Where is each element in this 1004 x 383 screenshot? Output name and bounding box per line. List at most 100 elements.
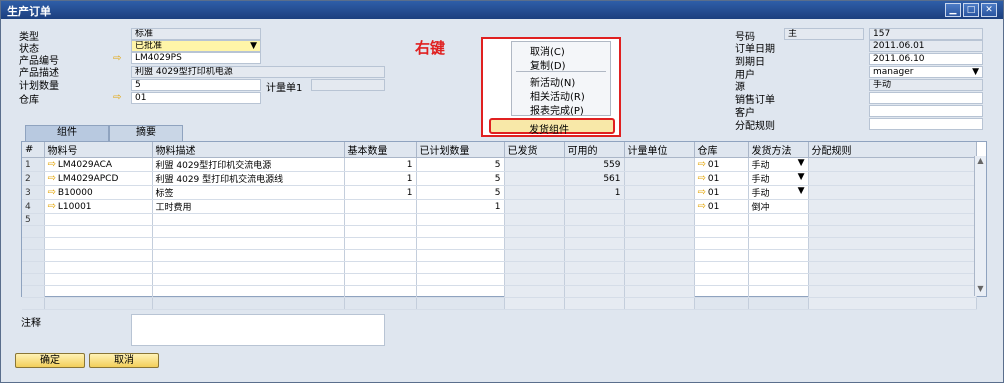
scroll-up-icon[interactable]: ▲ <box>975 156 986 168</box>
table-cell-item[interactable]: ⇨ LM4029ACA <box>44 157 153 172</box>
table-cell-uom[interactable] <box>624 199 695 214</box>
table-cell-desc[interactable]: 工时费用 <box>152 199 345 214</box>
table-cell-rule[interactable] <box>808 185 977 200</box>
menu-item-report-completion[interactable]: 报表完成(P) <box>512 101 610 117</box>
table-cell-base[interactable] <box>344 199 417 214</box>
remarks-textarea[interactable] <box>131 314 385 346</box>
table-cell-issued[interactable] <box>504 185 565 200</box>
table-cell-item[interactable]: ⇨ LM4029APCD <box>44 171 153 186</box>
table-cell-planned[interactable]: 1 <box>416 199 505 214</box>
type-field[interactable]: 标准 <box>131 28 261 40</box>
link-arrow-icon[interactable]: ⇨ <box>113 53 121 64</box>
table-cell-desc[interactable]: 标签 <box>152 185 345 200</box>
table-cell-rule[interactable] <box>808 199 977 214</box>
table-cell-rule[interactable] <box>808 171 977 186</box>
product-no-field[interactable]: LM4029PS <box>131 52 261 64</box>
uom-field[interactable] <box>311 79 385 91</box>
col-header[interactable]: 发货方法 <box>748 142 809 158</box>
warehouse-field[interactable]: 01 <box>131 92 261 104</box>
table-cell-method[interactable]: 手动 ▼ <box>748 157 809 172</box>
col-header[interactable]: 可用的 <box>564 142 625 158</box>
tab-components[interactable]: 组件 <box>25 125 109 141</box>
link-arrow-icon[interactable]: ⇨ <box>48 159 56 170</box>
col-header[interactable]: 分配规则 <box>808 142 977 158</box>
col-header[interactable]: 已发货 <box>504 142 565 158</box>
table-cell-avail[interactable] <box>564 199 625 214</box>
table-cell-wh[interactable]: ⇨ 01 <box>694 157 749 172</box>
number-series-field[interactable]: 主 <box>784 28 864 40</box>
table-cell-wh[interactable]: ⇨ 01 <box>694 185 749 200</box>
user-dropdown[interactable]: manager ▼ <box>869 66 983 78</box>
table-cell-planned[interactable] <box>416 213 505 226</box>
link-arrow-icon[interactable]: ⇨ <box>698 173 706 184</box>
vertical-scrollbar[interactable]: ▲ ▼ <box>974 156 986 296</box>
table-cell-issued[interactable] <box>504 157 565 172</box>
table-cell-item[interactable] <box>44 213 153 226</box>
table-cell-issued[interactable] <box>504 171 565 186</box>
col-header[interactable]: 物料描述 <box>152 142 345 158</box>
link-arrow-icon[interactable]: ⇨ <box>113 92 121 103</box>
cancel-button[interactable]: 取消 <box>89 353 159 368</box>
table-cell-base[interactable]: 1 <box>344 185 417 200</box>
number-field[interactable]: 157 <box>869 28 983 40</box>
table-cell-item[interactable]: ⇨ L10001 <box>44 199 153 214</box>
link-arrow-icon[interactable]: ⇨ <box>48 201 56 212</box>
menu-item-cancel[interactable]: 取消(C) <box>512 42 610 58</box>
close-icon[interactable]: ✕ <box>981 3 997 17</box>
table-row[interactable]: 3 ⇨ B10000 标签 1 5 1 ⇨ 01 手动 ▼ <box>22 185 977 200</box>
table-cell-wh[interactable]: ⇨ 01 <box>694 199 749 214</box>
link-arrow-icon[interactable]: ⇨ <box>698 201 706 212</box>
table-cell-uom[interactable] <box>624 185 695 200</box>
col-header[interactable]: 已计划数量 <box>416 142 505 158</box>
table-cell-planned[interactable]: 5 <box>416 185 505 200</box>
link-arrow-icon[interactable]: ⇨ <box>48 173 56 184</box>
table-cell-desc[interactable]: 利盟 4029 型打印机交流电源线 <box>152 171 345 186</box>
table-cell-uom[interactable] <box>624 171 695 186</box>
col-header[interactable]: 仓库 <box>694 142 749 158</box>
maximize-icon[interactable]: □ <box>963 3 979 17</box>
dropdown-arrow-icon[interactable]: ▼ <box>798 172 805 182</box>
scroll-down-icon[interactable]: ▼ <box>975 284 986 296</box>
dropdown-arrow-icon[interactable]: ▼ <box>798 186 805 196</box>
dropdown-arrow-icon[interactable]: ▼ <box>798 158 805 168</box>
table-cell-rule[interactable] <box>808 213 977 226</box>
table-cell-wh[interactable]: ⇨ 01 <box>694 171 749 186</box>
menu-item-new-activity[interactable]: 新活动(N) <box>512 73 610 89</box>
menu-item-issue-components[interactable]: 发货组件 <box>489 118 615 136</box>
tab-summary[interactable]: 摘要 <box>109 125 183 141</box>
product-desc-field[interactable]: 利盟 4029型打印机电源 <box>131 66 385 78</box>
order-date-field[interactable]: 2011.06.01 <box>869 40 983 52</box>
table-cell-avail[interactable]: 1 <box>564 185 625 200</box>
table-cell-avail[interactable]: 559 <box>564 157 625 172</box>
planned-qty-field[interactable]: 5 <box>131 79 261 91</box>
table-cell-base[interactable]: 1 <box>344 157 417 172</box>
table-cell-method[interactable]: 手动 ▼ <box>748 171 809 186</box>
table-cell-method[interactable] <box>748 213 809 226</box>
link-arrow-icon[interactable]: ⇨ <box>698 159 706 170</box>
ok-button[interactable]: 确定 <box>15 353 85 368</box>
table-cell-desc[interactable] <box>152 213 345 226</box>
menu-item-copy[interactable]: 复制(D) <box>512 56 610 72</box>
table-row[interactable]: 5 <box>22 213 977 226</box>
table-cell-uom[interactable] <box>624 157 695 172</box>
status-dropdown[interactable]: 已批准 ▼ <box>131 40 261 52</box>
table-cell-issued[interactable] <box>504 199 565 214</box>
sales-order-field[interactable] <box>869 92 983 104</box>
minimize-icon[interactable]: ▁ <box>945 3 961 17</box>
table-cell-planned[interactable]: 5 <box>416 157 505 172</box>
table-cell-base[interactable]: 1 <box>344 171 417 186</box>
table-cell-avail[interactable]: 561 <box>564 171 625 186</box>
col-header[interactable]: # <box>22 142 45 158</box>
dist-rule-field[interactable] <box>869 118 983 130</box>
table-row[interactable]: 1 ⇨ LM4029ACA 利盟 4029型打印机交流电源 1 5 559 ⇨ 01 手动 ▼ <box>22 157 977 172</box>
link-arrow-icon[interactable]: ⇨ <box>698 187 706 198</box>
table-row[interactable]: 2 ⇨ LM4029APCD 利盟 4029 型打印机交流电源线 1 5 561 ⇨ 01 手动 … <box>22 171 977 186</box>
table-cell-planned[interactable]: 5 <box>416 171 505 186</box>
table-cell-avail[interactable] <box>564 213 625 226</box>
table-row[interactable]: 4 ⇨ L10001 工时费用 1 ⇨ 01 倒冲 <box>22 199 977 214</box>
col-header[interactable]: 物料号 <box>44 142 153 158</box>
table-cell-wh[interactable] <box>694 213 749 226</box>
table-cell-desc[interactable]: 利盟 4029型打印机交流电源 <box>152 157 345 172</box>
table-cell-method[interactable]: 倒冲 <box>748 199 809 214</box>
col-header[interactable]: 基本数量 <box>344 142 417 158</box>
